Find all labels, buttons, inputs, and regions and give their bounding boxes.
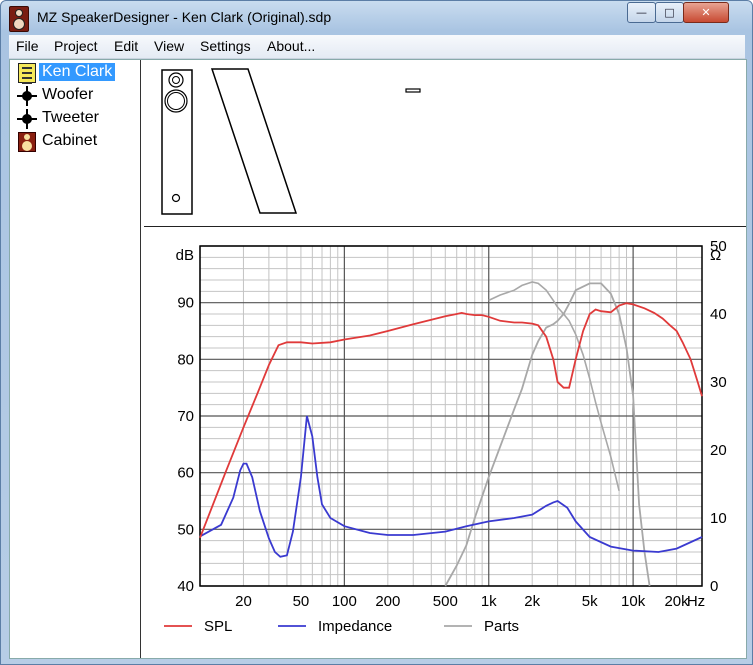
y-tick-label-left: 80 (177, 351, 194, 368)
x-tick-label: 20k (664, 593, 689, 610)
woofer-outline (164, 89, 188, 113)
y-tick-label-left: 50 (177, 521, 194, 538)
y-axis-label-left: dB (176, 247, 194, 264)
cabinet-drawing (161, 68, 421, 215)
speaker-app-icon[interactable] (9, 6, 29, 32)
y-tick-label-right: 20 (710, 442, 727, 459)
tree-item-label: Woofer (42, 86, 94, 103)
small-part-marker[interactable] (405, 88, 421, 93)
menu-bar: File Project Edit View Settings About... (9, 35, 745, 59)
driver-icon (17, 86, 37, 106)
y-tick-label-right: 30 (710, 374, 727, 391)
menu-settings[interactable]: Settings (200, 38, 251, 54)
project-icon (18, 63, 36, 84)
client-area: Ken Clark Woofer Tweeter Cabinet 20 50 1… (9, 59, 747, 659)
legend-label: SPL (204, 618, 232, 635)
y-tick-label-right: 40 (710, 306, 727, 323)
cabinet-side-view[interactable] (210, 68, 298, 214)
close-button[interactable]: ✕ (683, 2, 729, 23)
y-axis-label-right: Ω (710, 247, 721, 264)
y-tick-label-right: 0 (710, 578, 718, 595)
driver-icon (17, 109, 37, 129)
minimize-icon: — (636, 6, 647, 19)
tree-item-label: Tweeter (42, 109, 99, 126)
x-tick-label: 10k (621, 593, 646, 610)
title-bar[interactable]: MZ SpeakerDesigner - Ken Clark (Original… (1, 1, 752, 35)
project-tree[interactable]: Ken Clark Woofer Tweeter Cabinet (10, 60, 140, 658)
cabinet-icon (18, 132, 36, 152)
port-outline (171, 193, 181, 203)
legend-label: Impedance (318, 618, 392, 635)
x-tick-label: 500 (433, 593, 458, 610)
window-title: MZ SpeakerDesigner - Ken Clark (Original… (37, 9, 332, 25)
x-tick-label: 200 (375, 593, 400, 610)
menu-edit[interactable]: Edit (114, 38, 138, 54)
tweeter-outline (168, 72, 184, 88)
x-tick-label: 1k (481, 593, 497, 610)
maximize-button[interactable]: □ (655, 2, 684, 23)
menu-project[interactable]: Project (54, 38, 98, 54)
y-tick-label-left: 90 (177, 295, 194, 312)
frequency-response-chart[interactable]: 20 50 100 200 500 1k 2k 5k 10k 20k 40 50 60 70 80 90 0 10… (144, 232, 746, 658)
menu-about[interactable]: About... (267, 38, 315, 54)
x-tick-label: 50 (293, 593, 310, 610)
x-tick-label: 100 (332, 593, 357, 610)
tweeter-dome (172, 76, 180, 84)
app-window: MZ SpeakerDesigner - Ken Clark (Original… (0, 0, 753, 665)
tree-item-label: Ken Clark (39, 63, 116, 81)
menu-file[interactable]: File (16, 38, 39, 54)
x-tick-label: 20 (235, 593, 252, 610)
x-tick-label: 5k (582, 593, 598, 610)
curve-parts-overlay (488, 281, 620, 491)
menu-view[interactable]: View (154, 38, 184, 54)
y-tick-label-left: 60 (177, 465, 194, 482)
woofer-cone (167, 92, 185, 110)
cabinet-drawing-pane[interactable] (144, 60, 746, 226)
cabinet-front-view[interactable] (161, 69, 193, 215)
legend: SPL Impedance Parts (164, 618, 519, 635)
y-tick-label-left: 40 (177, 578, 194, 595)
minimize-button[interactable]: — (627, 2, 656, 23)
y-tick-label-right: 10 (710, 510, 727, 527)
x-tick-label: 2k (524, 593, 540, 610)
y-tick-label-left: 70 (177, 408, 194, 425)
maximize-icon: □ (664, 6, 675, 19)
response-chart-pane: 20 50 100 200 500 1k 2k 5k 10k 20k 40 50 60 70 80 90 0 10… (144, 232, 746, 658)
close-icon: ✕ (701, 6, 711, 19)
tree-item-label: Cabinet (42, 132, 98, 149)
x-axis-unit: Hz (687, 593, 705, 610)
legend-label: Parts (484, 618, 519, 635)
